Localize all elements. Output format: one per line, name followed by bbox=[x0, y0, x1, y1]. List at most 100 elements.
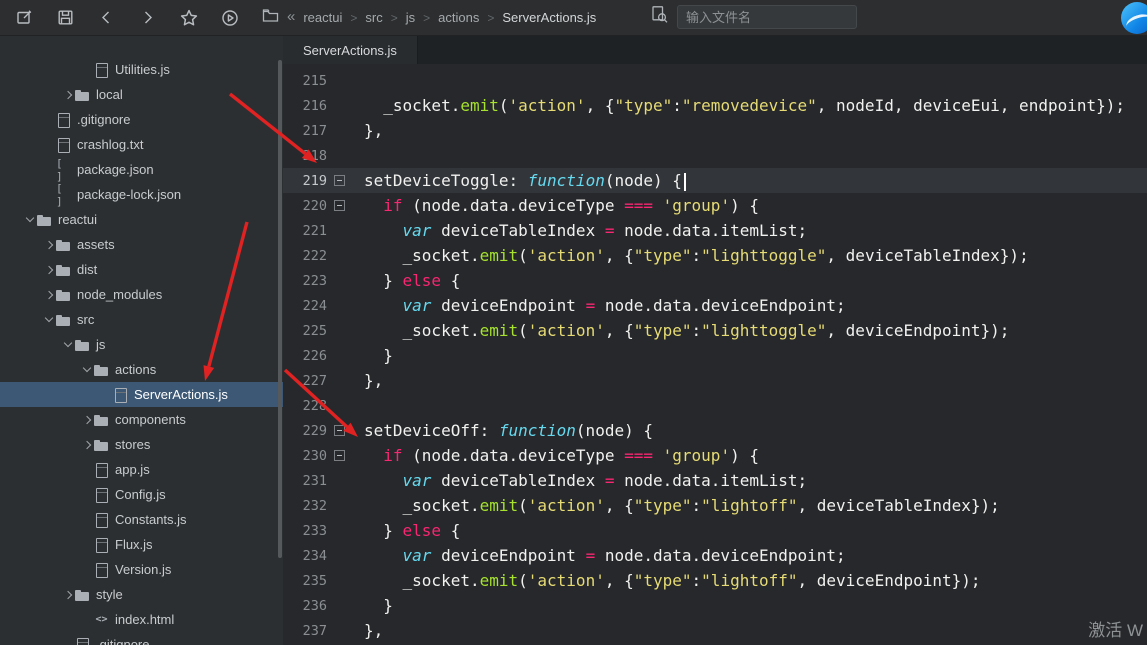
account-icon[interactable] bbox=[1121, 2, 1147, 34]
file-tree: Utilities.js local .gitignore crashlog.txt [… bbox=[0, 36, 283, 645]
code-text: setDeviceOff: function(node) { bbox=[364, 421, 653, 440]
brackets-icon: [ ] bbox=[56, 181, 63, 208]
tree-item-flux-js[interactable]: Flux.js bbox=[0, 532, 283, 557]
activation-watermark: 激活 W bbox=[1088, 621, 1143, 640]
chevron-right-icon[interactable] bbox=[42, 238, 56, 252]
breadcrumb-item[interactable]: actions bbox=[438, 10, 479, 25]
chevron-down-icon[interactable] bbox=[23, 213, 37, 227]
breadcrumb-item[interactable]: ServerActions.js bbox=[502, 10, 596, 25]
tree-item-style[interactable]: style bbox=[0, 582, 283, 607]
file-explorer: Utilities.js local .gitignore crashlog.txt [… bbox=[0, 36, 283, 645]
chevron-down-icon[interactable] bbox=[61, 338, 75, 352]
tab-bar: ServerActions.js bbox=[283, 36, 1147, 64]
fold-marker-icon[interactable] bbox=[333, 193, 346, 218]
breadcrumb-collapse-icon[interactable]: « bbox=[287, 8, 295, 25]
fold-marker-icon[interactable] bbox=[333, 418, 346, 443]
line-number: 224 bbox=[302, 297, 327, 314]
line-number: 230 bbox=[302, 447, 327, 464]
code-line-220: 220 if (node.data.deviceType === 'group'… bbox=[283, 193, 1147, 218]
star-icon[interactable] bbox=[168, 0, 209, 36]
back-icon[interactable] bbox=[86, 0, 127, 36]
tree-item-config-js[interactable]: Config.js bbox=[0, 482, 283, 507]
html-icon: <> bbox=[95, 614, 108, 625]
run-icon[interactable] bbox=[209, 0, 250, 36]
breadcrumb-separator: > bbox=[423, 10, 431, 25]
code-line-215: 215 bbox=[283, 68, 1147, 93]
tree-item-label: app.js bbox=[115, 462, 150, 477]
tree-item-local[interactable]: local bbox=[0, 82, 283, 107]
chevron-right-icon[interactable] bbox=[42, 288, 56, 302]
line-number: 232 bbox=[302, 497, 327, 514]
chevron-down-icon[interactable] bbox=[42, 313, 56, 327]
folder-icon bbox=[37, 213, 52, 227]
tree-item-stores[interactable]: stores bbox=[0, 432, 283, 457]
chevron-right-icon[interactable] bbox=[61, 88, 75, 102]
code-line-217: 217}, bbox=[283, 118, 1147, 143]
chevron-right-icon[interactable] bbox=[42, 263, 56, 277]
tree-item-constants-js[interactable]: Constants.js bbox=[0, 507, 283, 532]
tree-item-index-html[interactable]: <> index.html bbox=[0, 607, 283, 632]
tree-item-label: src bbox=[77, 312, 95, 327]
line-number: 215 bbox=[302, 72, 327, 89]
folder-tree-icon[interactable] bbox=[262, 8, 279, 28]
chevron-right-icon[interactable] bbox=[61, 588, 75, 602]
breadcrumb-item[interactable]: reactui bbox=[303, 10, 342, 25]
chevron-right-icon[interactable] bbox=[80, 413, 94, 427]
logo-icon[interactable] bbox=[4, 0, 45, 36]
code-area[interactable]: 215 216 _socket.emit('action', {"type":"r… bbox=[283, 64, 1147, 645]
folder-icon bbox=[94, 438, 109, 452]
code-line-219: 219 setDeviceToggle: function(node) { bbox=[283, 168, 1147, 193]
breadcrumb-item[interactable]: js bbox=[406, 10, 415, 25]
tab-serveractions[interactable]: ServerActions.js bbox=[283, 36, 418, 64]
tree-item-node-modules[interactable]: node_modules bbox=[0, 282, 283, 307]
file-icon bbox=[113, 387, 128, 403]
tree-item--gitignore[interactable]: .gitignore bbox=[0, 107, 283, 132]
tree-item-js[interactable]: js bbox=[0, 332, 283, 357]
tree-item-reactui[interactable]: reactui bbox=[0, 207, 283, 232]
folder-icon bbox=[75, 338, 90, 352]
tree-item-dist[interactable]: dist bbox=[0, 257, 283, 282]
breadcrumb-item[interactable]: src bbox=[365, 10, 382, 25]
line-number: 216 bbox=[302, 97, 327, 114]
code-line-236: 236 } bbox=[283, 593, 1147, 618]
tree-item-label: package-lock.json bbox=[77, 187, 182, 202]
tree-item-src[interactable]: src bbox=[0, 307, 283, 332]
tree-item-components[interactable]: components bbox=[0, 407, 283, 432]
tree-item-app-js[interactable]: app.js bbox=[0, 457, 283, 482]
tree-item-label: reactui bbox=[58, 212, 98, 227]
file-icon bbox=[56, 112, 71, 128]
sidebar-scrollbar[interactable] bbox=[278, 60, 282, 558]
search-input[interactable] bbox=[677, 5, 857, 29]
tree-item-version-js[interactable]: Version.js bbox=[0, 557, 283, 582]
tree-item-crashlog-txt[interactable]: crashlog.txt bbox=[0, 132, 283, 157]
forward-icon[interactable] bbox=[127, 0, 168, 36]
folder-icon bbox=[75, 588, 90, 602]
fold-marker-icon[interactable] bbox=[333, 443, 346, 468]
chevron-right-icon[interactable] bbox=[80, 438, 94, 452]
tree-item-utilities-js[interactable]: Utilities.js bbox=[0, 57, 283, 82]
tree-item-assets[interactable]: assets bbox=[0, 232, 283, 257]
tree-item-package-lock-json[interactable]: [ ] package-lock.json bbox=[0, 181, 283, 208]
code-text: }, bbox=[364, 371, 384, 390]
tree-item-package-json[interactable]: [ ] package.json bbox=[0, 157, 283, 183]
tree-item--gitignore[interactable]: .gitignore bbox=[0, 632, 283, 645]
chevron-down-icon[interactable] bbox=[80, 363, 94, 377]
fold-marker-icon[interactable] bbox=[333, 168, 346, 193]
code-line-232: 232 _socket.emit('action', {"type":"ligh… bbox=[283, 493, 1147, 518]
line-number: 220 bbox=[302, 197, 327, 214]
save-icon[interactable] bbox=[45, 0, 86, 36]
tree-item-actions[interactable]: actions bbox=[0, 357, 283, 382]
tree-item-label: crashlog.txt bbox=[77, 137, 144, 152]
tree-item-serveractions-js[interactable]: ServerActions.js bbox=[0, 382, 283, 407]
breadcrumb: reactui > src > js > actions > ServerActions.js bbox=[303, 10, 596, 25]
line-number: 229 bbox=[302, 422, 327, 439]
